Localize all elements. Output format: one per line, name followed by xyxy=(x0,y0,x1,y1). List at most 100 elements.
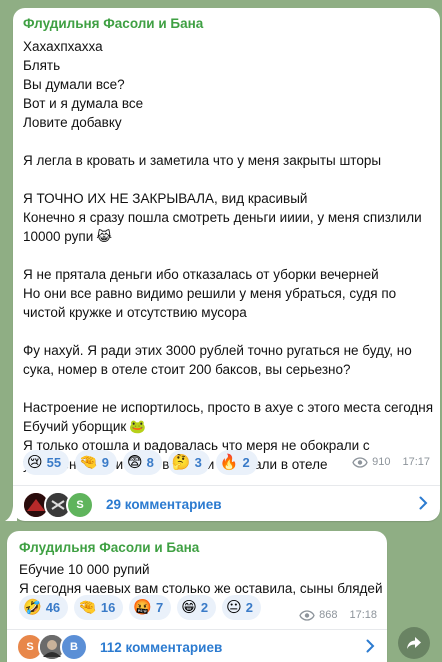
text-line-content: Фу нахуй. Я ради этих 3000 рублей точно … xyxy=(23,343,412,358)
reactions-bar: 🤣 46 🤏 16 🤬 7 😁 2 😐 2 xyxy=(19,595,261,620)
message-time: 17:17 xyxy=(402,456,430,468)
comments-button[interactable]: S B 112 комментариев xyxy=(7,632,387,662)
reaction-chip[interactable]: 🔥 2 xyxy=(215,450,258,475)
avatar: B xyxy=(60,633,88,661)
message-bubble-2[interactable]: Флудильня Фасоли и Бана Ебучие 10 000 ру… xyxy=(7,531,387,662)
message-bubble-1[interactable]: Флудильня Фасоли и Бана Хахахпхахха Блять… xyxy=(13,8,440,521)
message-author[interactable]: Флудильня Фасоли и Бана xyxy=(23,16,203,31)
avatar: S xyxy=(66,490,94,519)
text-line-content: Я ТОЧНО ИХ НЕ ЗАКРЫВАЛА, вид красивый xyxy=(23,191,308,206)
view-count: 910 xyxy=(372,456,391,468)
reaction-emoji-icon: 🤣 xyxy=(23,599,42,616)
text-line: Блять xyxy=(23,56,433,75)
reaction-chip[interactable]: 😢 55 xyxy=(23,450,70,475)
share-button[interactable] xyxy=(398,627,430,659)
reaction-emoji-icon: 😁 xyxy=(181,599,197,616)
commenter-avatars: S xyxy=(22,490,94,519)
text-line-content: Конечно я сразу пошла смотреть деньги ии… xyxy=(23,210,422,225)
text-line: Конечно я сразу пошла смотреть деньги ии… xyxy=(23,208,433,227)
text-line: Я легла в кровать и заметила что у меня … xyxy=(23,151,433,170)
text-line-content: Я легла в кровать и заметила что у меня … xyxy=(23,153,382,168)
text-line: Ловите добавку xyxy=(23,113,433,132)
reaction-chip[interactable]: 🤏 9 xyxy=(75,450,118,475)
text-line-content: Я сегодня чаевых вам столько же оставила… xyxy=(19,581,383,596)
reaction-emoji-icon: 🤏 xyxy=(78,599,97,616)
text-line-content: Вот и я думала все xyxy=(23,96,144,111)
reaction-count: 2 xyxy=(245,600,253,615)
reaction-emoji-icon: 🤬 xyxy=(133,599,152,616)
text-line: Вот и я думала все xyxy=(23,94,433,113)
reaction-emoji-icon: 😐 xyxy=(226,599,242,616)
view-count: 868 xyxy=(319,609,338,621)
reaction-chip[interactable]: 😨 8 xyxy=(123,450,162,475)
text-line-content: Ебучий уборщик xyxy=(23,419,127,434)
inline-emoji-icon: 😹 xyxy=(96,229,113,244)
text-line-content: Настроение не испортилось, просто в ахуе… xyxy=(23,400,434,415)
text-line: чистой кружке и отсутствию мусора xyxy=(23,303,433,322)
commenter-avatars: S B xyxy=(16,633,88,661)
text-line: Хахахпхахха xyxy=(23,37,433,56)
text-line-content: Я не прятала деньги ибо отказалась от уб… xyxy=(23,267,379,282)
reaction-chip[interactable]: 🤔 3 xyxy=(167,450,210,475)
text-line: Ебучие 10 000 рупий xyxy=(19,560,383,579)
eye-icon xyxy=(299,609,315,621)
text-line-content: Ебучие 10 000 рупий xyxy=(19,562,150,577)
text-line: Я не прятала деньги ибо отказалась от уб… xyxy=(23,265,433,284)
text-line-content: сука, номер в отеле стоит 200 баксов, вы… xyxy=(23,362,351,377)
reaction-count: 2 xyxy=(200,600,209,615)
text-line: Но они все равно видимо решили у меня уб… xyxy=(23,284,433,303)
reaction-count: 55 xyxy=(46,455,62,470)
text-line: Фу нахуй. Я ради этих 3000 рублей точно … xyxy=(23,341,433,360)
reaction-emoji-icon: 😨 xyxy=(127,454,143,471)
chevron-right-icon xyxy=(419,493,428,516)
eye-icon xyxy=(352,456,368,468)
text-line-content: Блять xyxy=(23,58,61,73)
share-arrow-icon xyxy=(407,637,421,649)
text-line: сука, номер в отеле стоит 200 баксов, вы… xyxy=(23,360,433,379)
reaction-chip[interactable]: 😐 2 xyxy=(222,595,261,620)
text-line: Настроение не испортилось, просто в ахуе… xyxy=(23,398,433,417)
message-text: Ебучие 10 000 рупий Я сегодня чаевых вам … xyxy=(19,560,383,598)
reaction-emoji-icon: 😢 xyxy=(27,454,43,471)
divider xyxy=(13,485,440,486)
message-meta: 868 17:18 xyxy=(299,609,377,621)
text-line-content: 10000 рупи xyxy=(23,229,94,244)
inline-emoji-icon: 🐸 xyxy=(129,419,147,434)
text-line-content: Вы думали все? xyxy=(23,77,125,92)
message-meta: 910 17:17 xyxy=(352,456,430,468)
reaction-emoji-icon: 🤔 xyxy=(171,454,191,471)
comments-count[interactable]: 29 комментариев xyxy=(106,497,419,512)
reaction-chip[interactable]: 🤣 46 xyxy=(19,595,69,620)
reaction-count: 7 xyxy=(156,600,164,615)
text-line: Вы думали все? xyxy=(23,75,433,94)
reaction-emoji-icon: 🤏 xyxy=(79,454,98,471)
comments-count[interactable]: 112 комментариев xyxy=(100,640,366,655)
reaction-count: 9 xyxy=(101,455,110,470)
reaction-emoji-icon: 🔥 xyxy=(219,454,239,471)
reaction-count: 8 xyxy=(146,455,154,470)
reaction-chip[interactable]: 🤬 7 xyxy=(129,595,172,620)
text-line: 10000 рупи 😹 xyxy=(23,227,433,246)
text-line: Ебучий уборщик 🐸 xyxy=(23,417,433,436)
chevron-right-icon xyxy=(366,636,375,659)
divider xyxy=(7,629,387,630)
text-line-content: Но они все равно видимо решили у меня уб… xyxy=(23,286,397,301)
text-line-content: чистой кружке и отсутствию мусора xyxy=(23,305,247,320)
reaction-chip[interactable]: 🤏 16 xyxy=(74,595,124,620)
reaction-chip[interactable]: 😁 2 xyxy=(177,595,217,620)
text-line: Я ТОЧНО ИХ НЕ ЗАКРЫВАЛА, вид красивый xyxy=(23,189,433,208)
text-line-content: Хахахпхахха xyxy=(23,39,103,54)
reaction-count: 2 xyxy=(242,455,250,470)
comments-button[interactable]: S 29 комментариев xyxy=(13,488,440,521)
reaction-count: 3 xyxy=(194,455,202,470)
text-line-content: Ловите добавку xyxy=(23,115,122,130)
message-time: 17:18 xyxy=(349,609,377,621)
bubble-tail xyxy=(5,506,17,521)
message-author[interactable]: Флудильня Фасоли и Бана xyxy=(19,540,199,555)
reaction-count: 16 xyxy=(100,600,116,615)
